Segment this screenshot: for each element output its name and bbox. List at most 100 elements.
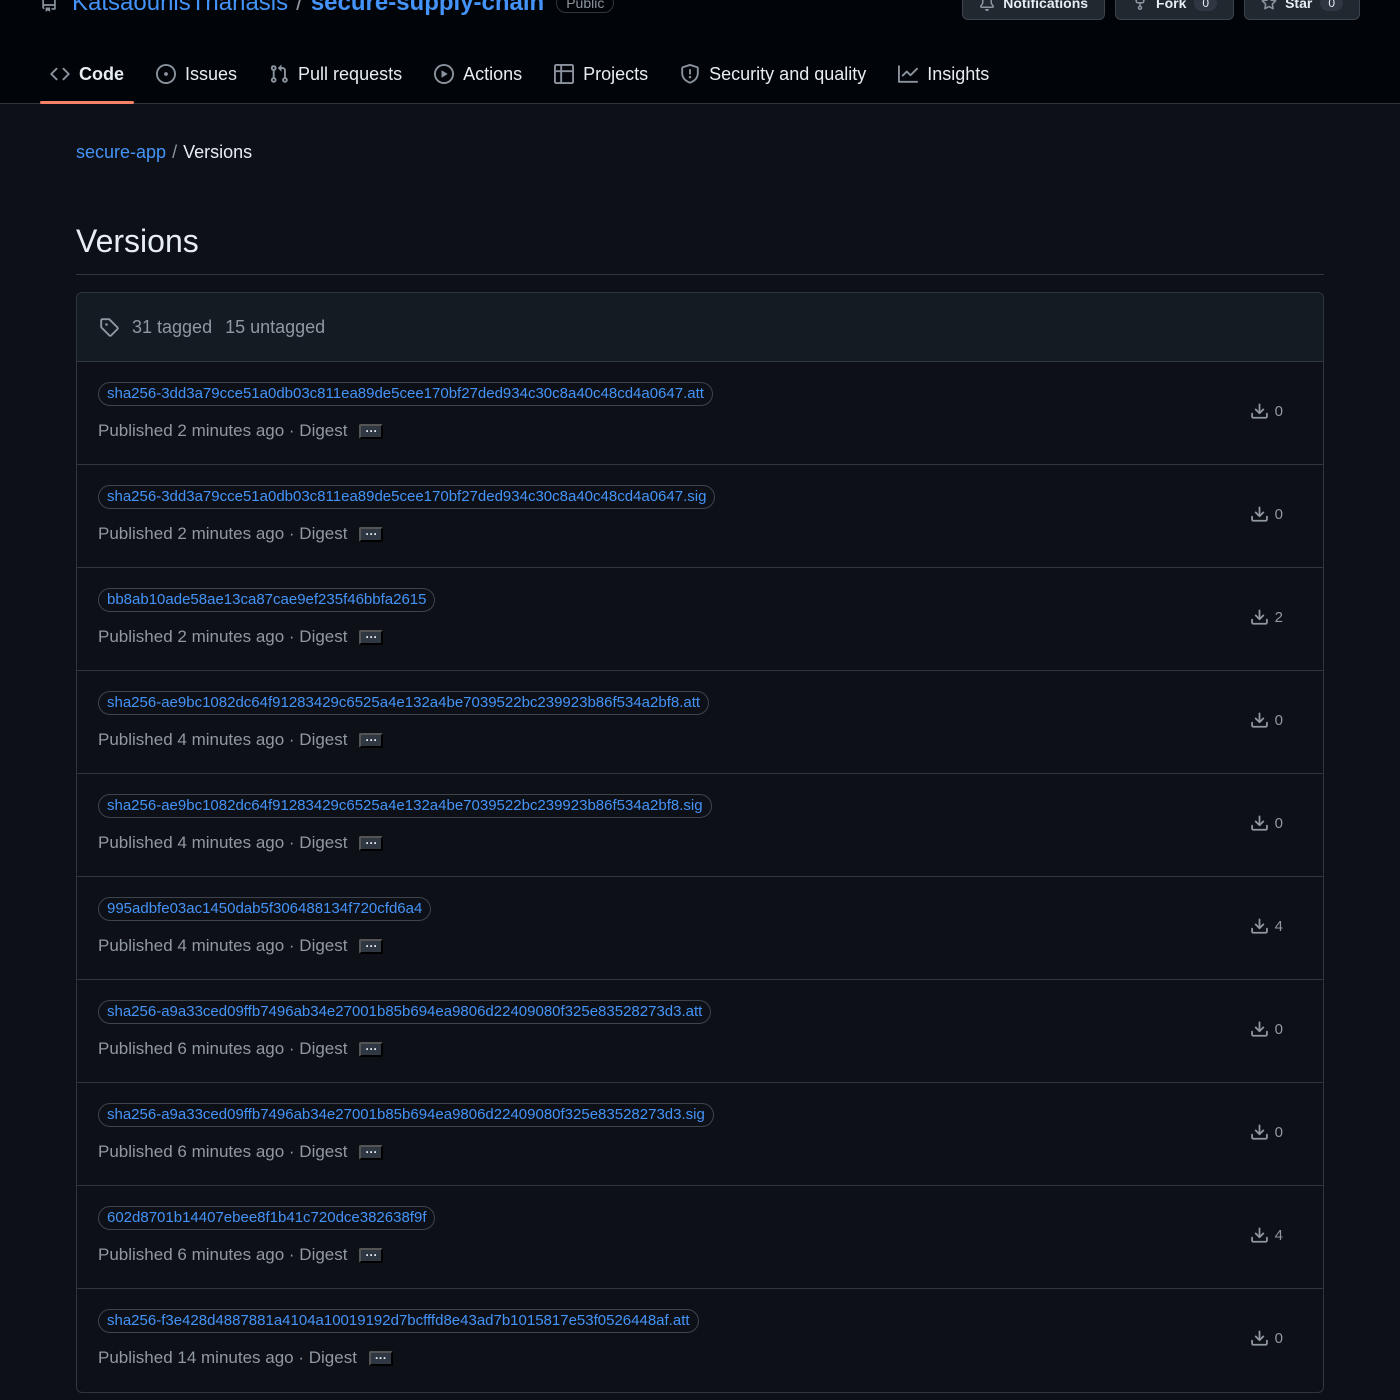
download-count-value: 0 bbox=[1274, 1124, 1283, 1141]
versions-list: 31 tagged 15 untagged sha256-3dd3a79cce5… bbox=[76, 292, 1324, 1393]
digest-ellipsis-button[interactable]: ··· bbox=[359, 1144, 384, 1160]
bell-icon bbox=[980, 0, 995, 11]
download-icon bbox=[1250, 712, 1268, 728]
breadcrumb: secure-app / Versions bbox=[76, 142, 1324, 163]
tab-actions[interactable]: Actions bbox=[424, 50, 532, 98]
published-text: Published 6 minutes ago · Digest bbox=[98, 1245, 348, 1264]
digest-ellipsis-button[interactable]: ··· bbox=[359, 1041, 384, 1057]
version-link[interactable]: 995adbfe03ac1450dab5f306488134f720cfd6a4 bbox=[98, 897, 432, 921]
download-icon bbox=[1250, 403, 1268, 419]
download-icon bbox=[1250, 609, 1268, 625]
tab-projects[interactable]: Projects bbox=[544, 50, 658, 98]
published-text: Published 4 minutes ago · Digest bbox=[98, 730, 348, 749]
shield-icon bbox=[681, 64, 699, 84]
tab-actions-label: Actions bbox=[463, 63, 523, 84]
tagged-filter[interactable]: 31 tagged bbox=[132, 317, 212, 338]
breadcrumb-package-link[interactable]: secure-app bbox=[76, 142, 166, 163]
version-link[interactable]: sha256-3dd3a79cce51a0db03c811ea89de5cee1… bbox=[98, 485, 716, 509]
tab-pull-requests[interactable]: Pull requests bbox=[259, 50, 412, 98]
version-meta: Published 2 minutes ago · Digest ··· bbox=[98, 421, 384, 441]
digest-ellipsis-button[interactable]: ··· bbox=[359, 938, 384, 954]
download-icon bbox=[1250, 1227, 1268, 1243]
download-count: 4 bbox=[1250, 1226, 1283, 1245]
published-text: Published 6 minutes ago · Digest bbox=[98, 1039, 348, 1058]
version-link[interactable]: bb8ab10ade58ae13ca87cae9ef235f46bbfa2615 bbox=[98, 588, 436, 612]
notifications-label: Notifications bbox=[1003, 0, 1089, 11]
download-count-value: 0 bbox=[1274, 1021, 1283, 1038]
repo-icon bbox=[40, 0, 58, 12]
digest-ellipsis-button[interactable]: ··· bbox=[359, 629, 384, 645]
versions-filter-bar: 31 tagged 15 untagged bbox=[77, 293, 1323, 362]
repo-separator: / bbox=[296, 0, 303, 16]
version-row: sha256-ae9bc1082dc64f91283429c6525a4e132… bbox=[77, 774, 1323, 877]
tab-code-label: Code bbox=[79, 63, 124, 84]
repo-actions: Notifications Fork 0 Star 0 bbox=[962, 0, 1360, 20]
version-link[interactable]: sha256-a9a33ced09ffb7496ab34e27001b85b69… bbox=[98, 1000, 712, 1024]
star-icon bbox=[1261, 0, 1277, 10]
version-row: sha256-f3e428d4887881a4104a10019192d7bcf… bbox=[77, 1289, 1323, 1392]
published-text: Published 2 minutes ago · Digest bbox=[98, 627, 348, 646]
version-link[interactable]: sha256-ae9bc1082dc64f91283429c6525a4e132… bbox=[98, 794, 712, 818]
download-count: 0 bbox=[1250, 1329, 1283, 1348]
digest-ellipsis-button[interactable]: ··· bbox=[359, 423, 384, 439]
fork-label: Fork bbox=[1156, 0, 1187, 11]
digest-ellipsis-button[interactable]: ··· bbox=[359, 526, 384, 542]
repo-title: KatsaounisThanasis / secure-supply-chain… bbox=[40, 0, 615, 20]
download-icon bbox=[1250, 1021, 1268, 1037]
tab-code[interactable]: Code bbox=[40, 50, 134, 104]
star-button[interactable]: Star 0 bbox=[1244, 0, 1360, 20]
version-link[interactable]: sha256-ae9bc1082dc64f91283429c6525a4e132… bbox=[98, 691, 710, 715]
version-link[interactable]: sha256-3dd3a79cce51a0db03c811ea89de5cee1… bbox=[98, 382, 713, 406]
download-icon bbox=[1250, 815, 1268, 831]
download-count: 4 bbox=[1250, 917, 1283, 936]
version-meta: Published 6 minutes ago · Digest ··· bbox=[98, 1142, 384, 1162]
download-icon bbox=[1250, 1330, 1268, 1346]
version-meta: Published 6 minutes ago · Digest ··· bbox=[98, 1039, 384, 1059]
version-meta: Published 6 minutes ago · Digest ··· bbox=[98, 1245, 384, 1265]
tab-pull-requests-label: Pull requests bbox=[298, 63, 403, 84]
tab-issues[interactable]: Issues bbox=[146, 50, 247, 98]
digest-ellipsis-button[interactable]: ··· bbox=[368, 1350, 393, 1366]
version-link[interactable]: sha256-a9a33ced09ffb7496ab34e27001b85b69… bbox=[98, 1103, 714, 1127]
version-link[interactable]: 602d8701b14407ebee8f1b41c720dce382638f9f bbox=[98, 1206, 436, 1230]
notifications-button[interactable]: Notifications bbox=[962, 0, 1106, 20]
download-icon bbox=[1250, 506, 1268, 522]
download-count-value: 0 bbox=[1274, 403, 1283, 420]
download-icon bbox=[1250, 918, 1268, 934]
version-row: sha256-a9a33ced09ffb7496ab34e27001b85b69… bbox=[77, 1083, 1323, 1186]
download-count: 0 bbox=[1250, 814, 1283, 833]
repo-owner-link[interactable]: KatsaounisThanasis bbox=[72, 0, 288, 17]
download-count: 0 bbox=[1250, 711, 1283, 730]
version-link[interactable]: sha256-f3e428d4887881a4104a10019192d7bcf… bbox=[98, 1309, 699, 1333]
download-count-value: 0 bbox=[1274, 815, 1283, 832]
download-count-value: 4 bbox=[1274, 1227, 1283, 1244]
version-meta: Published 4 minutes ago · Digest ··· bbox=[98, 936, 384, 956]
published-text: Published 4 minutes ago · Digest bbox=[98, 936, 348, 955]
repo-nav: Code Issues Pull requests Actions Projec… bbox=[40, 50, 1011, 104]
tab-projects-label: Projects bbox=[583, 63, 649, 84]
published-text: Published 2 minutes ago · Digest bbox=[98, 421, 348, 440]
download-count: 0 bbox=[1250, 402, 1283, 421]
visibility-badge: Public bbox=[556, 0, 615, 13]
tab-security[interactable]: Security and quality bbox=[670, 50, 876, 98]
download-count: 0 bbox=[1250, 1020, 1283, 1039]
download-count: 0 bbox=[1250, 505, 1283, 524]
digest-ellipsis-button[interactable]: ··· bbox=[359, 1247, 384, 1263]
digest-ellipsis-button[interactable]: ··· bbox=[359, 732, 384, 748]
tab-insights[interactable]: Insights bbox=[888, 50, 999, 98]
download-count-value: 2 bbox=[1274, 609, 1283, 626]
published-text: Published 2 minutes ago · Digest bbox=[98, 524, 348, 543]
repo-name-link[interactable]: secure-supply-chain bbox=[311, 0, 544, 17]
version-meta: Published 2 minutes ago · Digest ··· bbox=[98, 524, 384, 544]
version-meta: Published 2 minutes ago · Digest ··· bbox=[98, 627, 384, 647]
digest-ellipsis-button[interactable]: ··· bbox=[359, 835, 384, 851]
fork-button[interactable]: Fork 0 bbox=[1115, 0, 1235, 20]
version-meta: Published 4 minutes ago · Digest ··· bbox=[98, 833, 384, 853]
published-text: Published 4 minutes ago · Digest bbox=[98, 833, 348, 852]
download-count-value: 0 bbox=[1274, 1330, 1283, 1347]
pull-request-icon bbox=[270, 64, 288, 83]
version-row: bb8ab10ade58ae13ca87cae9ef235f46bbfa2615… bbox=[77, 568, 1323, 671]
untagged-filter[interactable]: 15 untagged bbox=[225, 317, 325, 338]
download-icon bbox=[1250, 1124, 1268, 1140]
tag-icon bbox=[100, 318, 119, 337]
